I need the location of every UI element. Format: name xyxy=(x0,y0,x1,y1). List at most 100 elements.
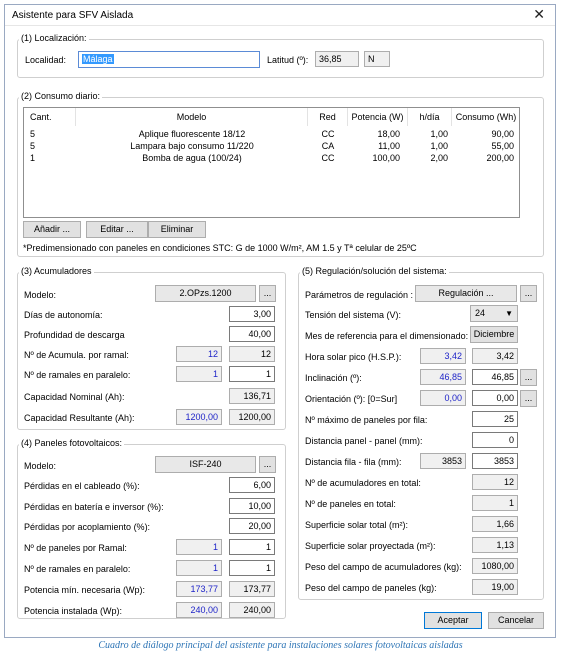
dist-panel-input[interactable]: 0 xyxy=(472,432,518,448)
acum-modelo-dots-button[interactable]: ... xyxy=(259,285,276,302)
dist-fila-input[interactable]: 3853 xyxy=(472,453,518,469)
acum-ramal-calc: 12 xyxy=(176,346,222,362)
col-header-modelo[interactable]: Modelo xyxy=(76,108,308,126)
cancel-button[interactable]: Cancelar xyxy=(488,612,544,629)
pan-modelo-dots-button[interactable]: ... xyxy=(259,456,276,473)
sup-proy-field: 1,13 xyxy=(472,537,518,553)
group-regulacion-label: (5) Regulación/solución del sistema: xyxy=(300,266,449,276)
col-header-potencia[interactable]: Potencia (W) xyxy=(348,108,408,126)
peso-paneles-label: Peso del campo de paneles (kg): xyxy=(305,583,437,593)
localidad-label: Localidad: xyxy=(25,55,67,65)
stc-note: *Predimensionado con paneles en condicio… xyxy=(23,243,417,253)
col-header-red[interactable]: Red xyxy=(308,108,348,126)
perd-acoplamiento-input[interactable]: 20,00 xyxy=(229,518,275,534)
perd-bateria-input[interactable]: 10,00 xyxy=(229,498,275,514)
cell-red: CA xyxy=(321,141,335,151)
cell-cant: 1 xyxy=(30,153,36,163)
sup-total-field: 1,66 xyxy=(472,516,518,532)
edit-button[interactable]: Editar ... xyxy=(86,221,148,238)
localidad-input[interactable]: Málaga xyxy=(78,51,260,68)
figure-caption: Cuadro de diálogo principal del asistent… xyxy=(98,640,463,651)
n-paneles-label: Nº de paneles en total: xyxy=(305,499,396,509)
regulacion-dots-button[interactable]: ... xyxy=(520,285,537,302)
perd-cableado-input[interactable]: 6,00 xyxy=(229,477,275,493)
acum-modelo-label: Modelo: xyxy=(24,290,57,300)
acum-modelo-button[interactable]: 2.OPzs.1200 xyxy=(155,285,256,302)
latitud-label: Latitud (º): xyxy=(267,55,309,65)
col-header-consumo[interactable]: Consumo (Wh) xyxy=(452,108,520,126)
autonomia-label: Días de autonomía: xyxy=(24,310,103,320)
accept-button[interactable]: Aceptar xyxy=(424,612,482,629)
regulacion-button[interactable]: Regulación ... xyxy=(415,285,517,302)
cell-potencia: 11,00 xyxy=(378,141,400,151)
dist-fila-label: Distancia fila - fila (mm): xyxy=(305,457,402,467)
peso-acum-field: 1080,00 xyxy=(472,558,518,574)
table-row[interactable]: 5 Lampara bajo consumo 11/220 CA 11,00 1… xyxy=(24,140,519,152)
cell-consumo: 200,00 xyxy=(486,153,514,163)
param-regulacion-label: Parámetros de regulación : xyxy=(305,290,414,300)
latitud-field: 36,85 xyxy=(315,51,359,67)
cell-consumo: 90,00 xyxy=(491,129,514,139)
hsp-field: 3,42 xyxy=(472,348,518,364)
add-button[interactable]: Añadir ... xyxy=(23,221,81,238)
tension-value: 24 xyxy=(475,308,486,318)
col-header-hdia[interactable]: h/día xyxy=(408,108,452,126)
col-header-cant[interactable]: Cant. xyxy=(24,108,76,126)
table-row[interactable]: 1 Bomba de agua (100/24) CC 100,00 2,00 … xyxy=(24,152,519,164)
cap-nominal-label: Capacidad Nominal (Ah): xyxy=(24,392,125,402)
cell-modelo: Aplique fluorescente 18/12 xyxy=(138,129,246,139)
profundidad-input[interactable]: 40,00 xyxy=(229,326,275,342)
cap-result-calc: 1200,00 xyxy=(176,409,222,425)
pan-ramales-label: Nº de ramales en paralelo: xyxy=(24,564,131,574)
autonomia-input[interactable]: 3,00 xyxy=(229,306,275,322)
acum-ramales-calc: 1 xyxy=(176,366,222,382)
acum-ramales-input[interactable]: 1 xyxy=(229,366,275,382)
cell-potencia: 18,00 xyxy=(377,129,400,139)
consumo-table: Cant. Modelo Red Potencia (W) h/día Cons… xyxy=(23,107,520,218)
tension-label: Tensión del sistema (V): xyxy=(305,310,402,320)
pot-min-field: 173,77 xyxy=(229,581,275,597)
delete-button[interactable]: Eliminar xyxy=(148,221,206,238)
inclinacion-dots-button[interactable]: ... xyxy=(520,369,537,386)
paneles-ramal-calc: 1 xyxy=(176,539,222,555)
close-icon[interactable]: ✕ xyxy=(533,6,545,23)
cell-modelo: Lampara bajo consumo 11/220 xyxy=(130,141,254,151)
cap-nominal-field: 136,71 xyxy=(229,388,275,404)
sup-proy-label: Superficie solar proyectada (m²): xyxy=(305,541,436,551)
orientacion-label: Orientación (º): [0=Sur] xyxy=(305,394,398,404)
chevron-down-icon: ▼ xyxy=(505,309,513,318)
paneles-ramal-input[interactable]: 1 xyxy=(229,539,275,555)
acum-ramal-field: 12 xyxy=(229,346,275,362)
sup-total-label: Superficie solar total (m²): xyxy=(305,520,409,530)
profundidad-label: Profundidad de descarga xyxy=(24,330,125,340)
pan-ramales-calc: 1 xyxy=(176,560,222,576)
pot-min-calc: 173,77 xyxy=(176,581,222,597)
cell-red: CC xyxy=(321,153,335,163)
inclinacion-input[interactable]: 46,85 xyxy=(472,369,518,385)
cell-cant: 5 xyxy=(30,129,36,139)
cell-red: CC xyxy=(321,129,335,139)
table-row[interactable]: 5 Aplique fluorescente 18/12 CC 18,00 1,… xyxy=(24,128,519,140)
window-title: Asistente para SFV Aislada xyxy=(12,10,134,21)
cell-potencia: 100,00 xyxy=(372,153,400,163)
localidad-value: Málaga xyxy=(82,54,114,64)
acum-ramales-label: Nº de ramales en paralelo: xyxy=(24,370,131,380)
mes-button[interactable]: Diciembre xyxy=(470,326,518,343)
group-localizacion-label: (1) Localización: xyxy=(19,33,89,43)
cap-result-field: 1200,00 xyxy=(229,409,275,425)
n-acum-field: 12 xyxy=(472,474,518,490)
pan-modelo-button[interactable]: ISF-240 xyxy=(155,456,256,473)
pan-ramales-input[interactable]: 1 xyxy=(229,560,275,576)
tension-select[interactable]: 24 ▼ xyxy=(470,305,518,322)
max-paneles-input[interactable]: 25 xyxy=(472,411,518,427)
orientacion-dots-button[interactable]: ... xyxy=(520,390,537,407)
cap-result-label: Capacidad Resultante (Ah): xyxy=(24,413,135,423)
cell-hdia: 2,00 xyxy=(430,153,448,163)
pot-inst-calc: 240,00 xyxy=(176,602,222,618)
n-paneles-field: 1 xyxy=(472,495,518,511)
mes-label: Mes de referencia para el dimensionado: xyxy=(305,331,469,341)
orientacion-input[interactable]: 0,00 xyxy=(472,390,518,406)
inclinacion-label: Inclinación (º): xyxy=(305,373,362,383)
cell-hdia: 1,00 xyxy=(430,141,448,151)
perd-bateria-label: Pérdidas en batería e inversor (%): xyxy=(24,502,164,512)
